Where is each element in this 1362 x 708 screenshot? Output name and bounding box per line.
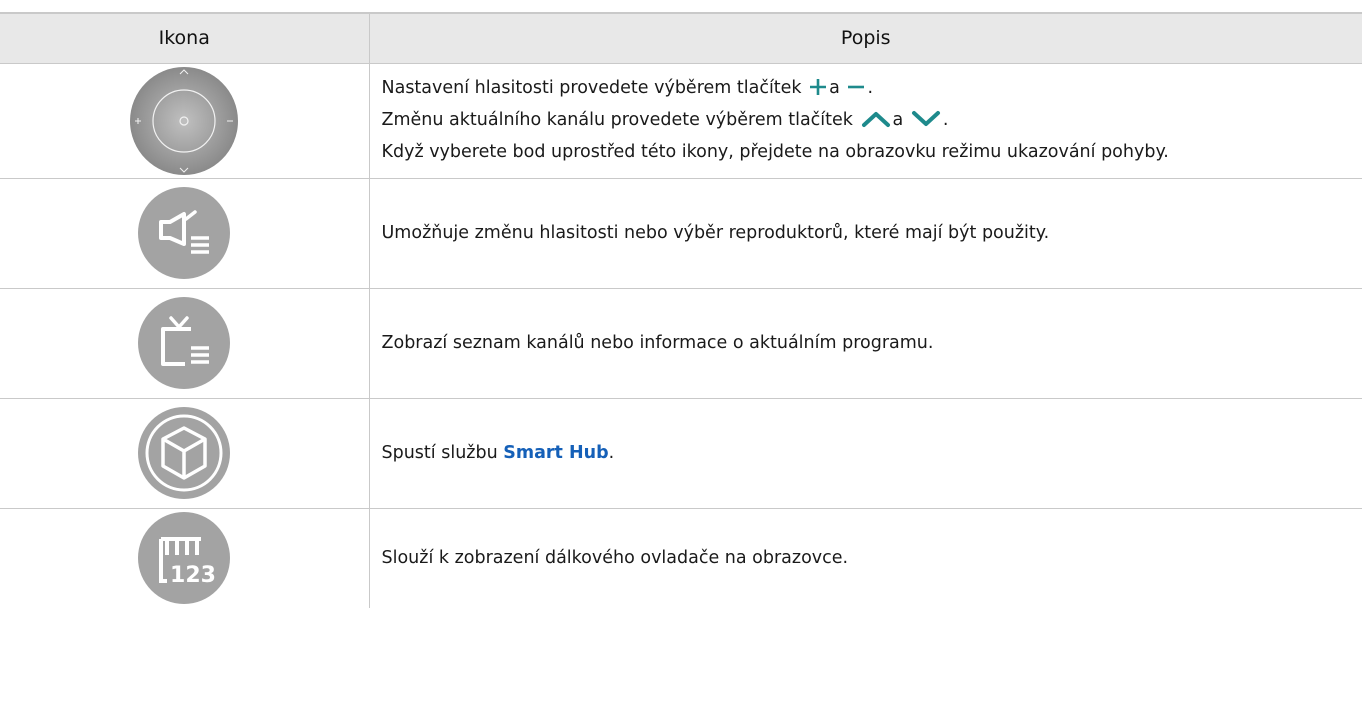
chevron-up-icon <box>861 109 891 138</box>
smart-hub-link: Smart Hub <box>503 442 609 463</box>
table-row: Nastavení hlasitosti provedete výběrem t… <box>0 63 1362 179</box>
description-line-volume: Nastavení hlasitosti provedete výběrem t… <box>382 74 1362 106</box>
channel-list-icon[interactable] <box>137 296 231 390</box>
icon-cell <box>0 398 370 509</box>
description-cell: Nastavení hlasitosti provedete výběrem t… <box>369 63 1362 179</box>
table-header: Ikona Popis <box>0 12 1362 64</box>
description-line-channel: Změnu aktuálního kanálu provedete výběre… <box>382 106 1362 138</box>
navigation-dial-icon[interactable] <box>129 66 239 176</box>
plus-icon <box>809 77 827 106</box>
header-icon-column: Ikona <box>0 12 370 64</box>
description-cell: Umožňuje změnu hlasitosti nebo výběr rep… <box>369 178 1362 289</box>
table-row: Umožňuje změnu hlasitosti nebo výběr rep… <box>0 178 1362 289</box>
icon-cell <box>0 178 370 289</box>
virtual-remote-icon[interactable]: 123 <box>137 511 231 605</box>
description-line-pointer: Když vyberete bod uprostřed této ikony, … <box>381 142 1169 162</box>
minus-icon <box>847 77 865 106</box>
header-description-column: Popis <box>369 12 1362 64</box>
description-cell: Zobrazí seznam kanálů nebo informace o a… <box>369 288 1362 399</box>
speaker-settings-icon[interactable] <box>137 186 231 280</box>
header-row: Ikona Popis <box>0 12 1362 64</box>
smart-hub-icon[interactable] <box>137 406 231 500</box>
virtual-remote-icon-text: 123 <box>170 563 216 588</box>
icon-cell <box>0 63 370 179</box>
description-cell: Slouží k zobrazení dálkového ovladače na… <box>381 547 849 568</box>
icon-description-table: Ikona Popis Nastavení hlasitosti provede… <box>0 12 1362 608</box>
icon-cell <box>0 288 370 399</box>
table-row: Zobrazí seznam kanálů nebo informace o a… <box>0 288 1362 399</box>
table-row: 123 Slouží k zobrazení dálkového ovladač… <box>0 508 1362 608</box>
icon-cell: 123 <box>0 508 370 608</box>
description-cell: Spustí službu Smart Hub. <box>369 398 1362 509</box>
table-row: Spustí službu Smart Hub. <box>0 398 1362 509</box>
chevron-down-icon <box>911 109 941 138</box>
table: Ikona Popis Nastavení hlasitosti provede… <box>0 12 1362 608</box>
